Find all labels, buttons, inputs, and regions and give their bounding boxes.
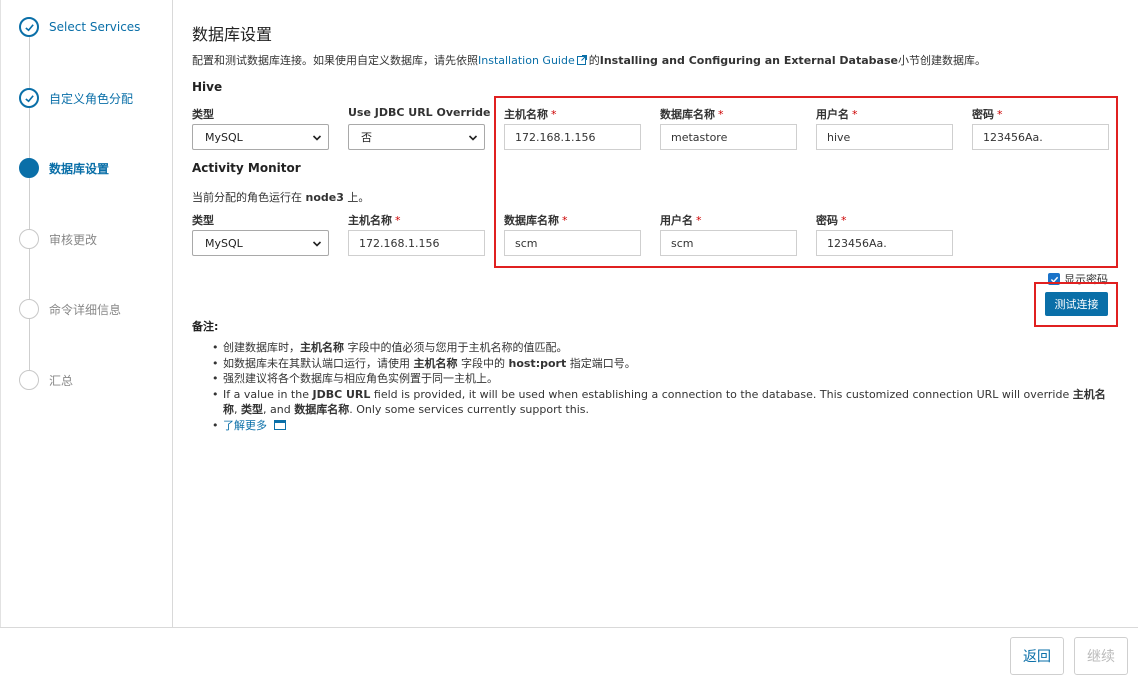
wizard-app: Select Services 自定义角色分配 数据库设置 审核更改 命令详细信… <box>0 0 1138 681</box>
step-label: 审核更改 <box>49 232 98 247</box>
step-label: 汇总 <box>49 373 74 388</box>
hive-section-title: Hive <box>192 80 223 94</box>
back-button[interactable]: 返回 <box>1010 637 1064 675</box>
pending-step-icon <box>19 229 39 249</box>
note-text: 如数据库未在其默认端口运行，请使用 <box>223 356 410 370</box>
notes-list: 创建数据库时，主机名称 字段中的值必须与您用于主机名称的值匹配。 如数据库未在其… <box>212 340 1112 433</box>
chevron-down-icon <box>468 135 478 141</box>
label-text: Use JDBC URL Override <box>348 106 491 119</box>
note-text: 创建数据库时， <box>223 341 300 354</box>
note-text: , <box>234 403 238 416</box>
step-database-setup[interactable]: 数据库设置 <box>19 156 109 180</box>
note-text: 字段中的值必须与您用于主机名称的值匹配。 <box>347 341 568 354</box>
hive-jdbc-label: Use JDBC URL Override <box>348 106 490 119</box>
list-item: 了解更多 <box>212 418 1112 434</box>
step-select-services[interactable]: Select Services <box>19 15 140 39</box>
active-step-icon <box>19 158 39 178</box>
step-label: Select Services <box>49 20 141 34</box>
window-icon <box>273 419 286 430</box>
select-value: MySQL <box>205 130 243 144</box>
hive-type-label: 类型 <box>192 106 214 122</box>
activity-host-input[interactable] <box>348 230 485 256</box>
activity-host-note: 当前分配的角色运行在 node3 上。 <box>192 189 369 205</box>
chevron-down-icon <box>312 135 322 141</box>
test-connection-button[interactable]: 测试连接 <box>1045 292 1108 316</box>
hive-jdbc-select[interactable]: 否 <box>348 124 485 150</box>
step-label: 自定义角色分配 <box>49 91 134 106</box>
label-text: 类型 <box>192 214 214 227</box>
list-item: 创建数据库时，主机名称 字段中的值必须与您用于主机名称的值匹配。 <box>212 340 1112 356</box>
pending-step-icon <box>19 370 39 390</box>
chevron-down-icon <box>312 241 322 247</box>
notes-title: 备注: <box>192 320 219 333</box>
list-item: 强烈建议将各个数据库与相应角色实例置于同一主机上。 <box>212 371 1112 387</box>
intro-text: 配置和测试数据库连接。如果使用自定义数据库，请先依照Installation G… <box>192 52 986 68</box>
note-text: 字段中的 <box>461 356 505 370</box>
step-summary[interactable]: 汇总 <box>19 368 73 392</box>
learn-more-link[interactable]: 了解更多 <box>223 419 267 432</box>
note-text: field is provided, it will be used when … <box>373 387 1070 401</box>
note-text: 指定端口号。 <box>569 356 636 370</box>
note-bold: JDBC URL <box>312 387 371 401</box>
note-text: , and <box>263 403 291 416</box>
wizard-stepper: Select Services 自定义角色分配 数据库设置 审核更改 命令详细信… <box>0 0 173 627</box>
intro-bold: Installing and Configuring an External D… <box>599 54 898 67</box>
step-review-changes[interactable]: 审核更改 <box>19 227 97 251</box>
check-icon <box>19 88 39 108</box>
intro-mid: 的 <box>588 54 600 67</box>
note-text: If a value in the <box>223 387 309 401</box>
note-text: . Only some services currently support t… <box>349 403 590 416</box>
note-text: 强烈建议将各个数据库与相应角色实例置于同一主机上。 <box>223 372 498 385</box>
list-item: If a value in the JDBC URL field is prov… <box>212 387 1112 418</box>
step-label: 命令详细信息 <box>49 302 122 317</box>
step-command-details[interactable]: 命令详细信息 <box>19 297 121 321</box>
label-text: 类型 <box>192 108 214 121</box>
hive-type-select[interactable]: MySQL <box>192 124 329 150</box>
highlight-box-credentials <box>494 96 1118 268</box>
intro-suffix: 小节创建数据库。 <box>897 54 986 67</box>
external-link-icon <box>576 55 587 65</box>
note-bold: host:port <box>508 356 567 370</box>
list-item: 如数据库未在其默认端口运行，请使用 主机名称 字段中的 host:port 指定… <box>212 356 1112 372</box>
note-bold: 数据库名称 <box>294 403 350 416</box>
check-icon <box>19 17 39 37</box>
activity-host-label: 主机名称 * <box>348 212 401 228</box>
activity-type-label: 类型 <box>192 212 214 228</box>
note-suffix: 上。 <box>347 191 370 204</box>
select-value: MySQL <box>205 236 243 250</box>
intro-prefix: 配置和测试数据库连接。如果使用自定义数据库，请先依照 <box>192 54 478 67</box>
select-value: 否 <box>361 131 372 144</box>
continue-button[interactable]: 继续 <box>1074 637 1128 675</box>
label-text: 主机名称 <box>348 214 392 227</box>
note-bold: 类型 <box>241 403 263 416</box>
step-role-assignment[interactable]: 自定义角色分配 <box>19 86 133 110</box>
note-bold: 主机名称 <box>413 356 458 370</box>
required-marker: * <box>395 214 401 227</box>
note-prefix: 当前分配的角色运行在 <box>192 191 302 204</box>
wizard-footer: 返回 继续 <box>0 627 1138 681</box>
installation-guide-link[interactable]: Installation Guide <box>478 54 575 67</box>
activity-type-select[interactable]: MySQL <box>192 230 329 256</box>
activity-section-title: Activity Monitor <box>192 161 301 175</box>
note-host: node3 <box>305 191 344 204</box>
note-bold: 主机名称 <box>300 341 344 354</box>
page-title: 数据库设置 <box>192 25 273 44</box>
pending-step-icon <box>19 299 39 319</box>
step-label: 数据库设置 <box>49 161 110 176</box>
